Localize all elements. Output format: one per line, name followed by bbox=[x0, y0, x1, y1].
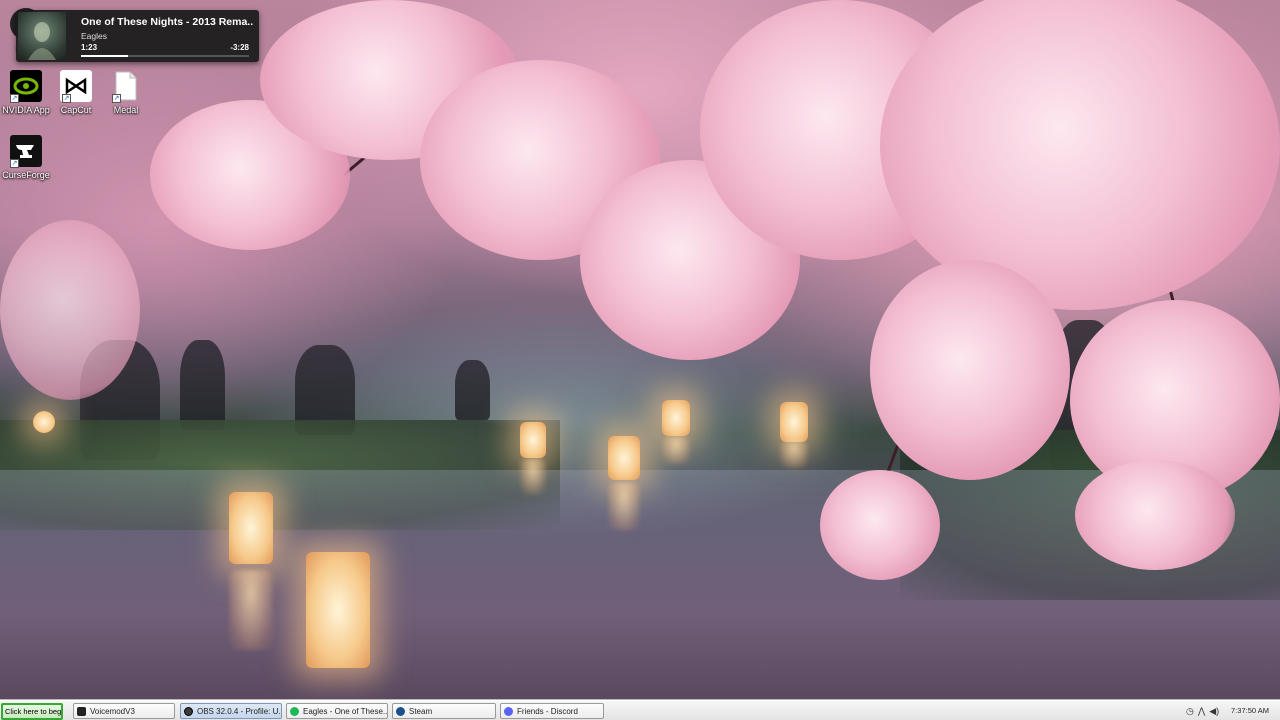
desktop-icon-label: Medal bbox=[113, 105, 139, 115]
album-art bbox=[18, 12, 66, 60]
shortcut-arrow-icon: ↗ bbox=[10, 159, 19, 168]
voicemod-icon bbox=[77, 706, 86, 716]
lantern bbox=[662, 400, 690, 436]
shortcut-arrow-icon: ↗ bbox=[112, 94, 121, 103]
tree-trunk bbox=[455, 360, 490, 420]
remaining-time: -3:28 bbox=[230, 43, 249, 52]
taskbar-button-obs[interactable]: OBS 32.0.4 - Profile: U... bbox=[180, 703, 282, 719]
show-hidden-icons-icon[interactable]: ◷ bbox=[1186, 706, 1194, 716]
taskbar-button-label: VoicemodV3 bbox=[90, 706, 135, 716]
lantern bbox=[780, 402, 808, 442]
lantern bbox=[608, 436, 640, 480]
taskbar-button-voicemod[interactable]: VoicemodV3 bbox=[73, 703, 175, 719]
volume-icon[interactable]: ◀) bbox=[1209, 706, 1219, 716]
network-icon[interactable]: ⋀ bbox=[1198, 706, 1205, 716]
progress-fill bbox=[81, 55, 129, 57]
lantern-reflection bbox=[662, 436, 690, 464]
taskbar-button-label: Steam bbox=[409, 706, 433, 716]
media-player-widget[interactable]: One of These Nights - 2013 Rema... Eagle… bbox=[16, 10, 259, 62]
taskbar-button-label: OBS 32.0.4 - Profile: U... bbox=[197, 706, 282, 716]
shortcut-arrow-icon: ↗ bbox=[10, 94, 19, 103]
lantern-reflection bbox=[780, 440, 808, 468]
desktop-icon-nvidia-app[interactable]: ↗ NVIDIA App bbox=[0, 70, 52, 115]
lantern-reflection bbox=[608, 482, 640, 530]
elapsed-time: 1:23 bbox=[81, 43, 98, 52]
start-button[interactable]: Click here to begin bbox=[1, 703, 63, 720]
cherry-blossom-cluster bbox=[820, 470, 940, 580]
track-artist: Eagles bbox=[81, 31, 107, 41]
cherry-blossom-cluster bbox=[0, 220, 140, 400]
desktop-icon-label: CurseForge bbox=[2, 170, 50, 180]
desktop-wallpaper bbox=[0, 0, 1280, 700]
lantern-reflection bbox=[229, 570, 273, 650]
desktop-icon-capcut[interactable]: ↗ CapCut bbox=[50, 70, 102, 115]
progress-track[interactable] bbox=[81, 55, 249, 57]
shortcut-arrow-icon: ↗ bbox=[62, 94, 71, 103]
taskbar-button-discord[interactable]: Friends - Discord bbox=[500, 703, 604, 719]
lantern bbox=[306, 552, 370, 668]
taskbar-button-label: Friends - Discord bbox=[517, 706, 578, 716]
taskbar-button-spotify[interactable]: Eagles - One of These... bbox=[286, 703, 388, 719]
spotify-icon bbox=[290, 706, 299, 716]
discord-icon bbox=[504, 706, 513, 716]
desktop-icon-label: CapCut bbox=[60, 105, 92, 115]
taskbar-button-label: Eagles - One of These... bbox=[303, 706, 388, 716]
cherry-blossom-cluster bbox=[870, 260, 1070, 480]
desktop-icon-curseforge[interactable]: ↗ CurseForge bbox=[0, 135, 52, 180]
cherry-blossom-cluster bbox=[1075, 460, 1235, 570]
obs-icon bbox=[184, 706, 193, 716]
taskbar-clock[interactable]: 7:37:50 AM bbox=[1222, 703, 1278, 719]
lantern bbox=[229, 492, 273, 564]
steam-icon bbox=[396, 706, 405, 716]
lantern bbox=[33, 411, 55, 433]
system-tray: ◷ ⋀ ◀) bbox=[1186, 703, 1219, 719]
lantern-reflection bbox=[520, 458, 546, 494]
taskbar: Click here to begin VoicemodV3 OBS 32.0.… bbox=[0, 700, 1280, 720]
tree-trunk bbox=[180, 340, 225, 430]
cherry-blossom-cluster bbox=[880, 0, 1280, 310]
track-title: One of These Nights - 2013 Rema... bbox=[81, 16, 253, 28]
lantern bbox=[520, 422, 546, 458]
desktop-icon-label: NVIDIA App bbox=[2, 105, 50, 115]
taskbar-button-steam[interactable]: Steam bbox=[392, 703, 496, 719]
desktop-icon-medal[interactable]: ↗ Medal bbox=[100, 70, 152, 115]
